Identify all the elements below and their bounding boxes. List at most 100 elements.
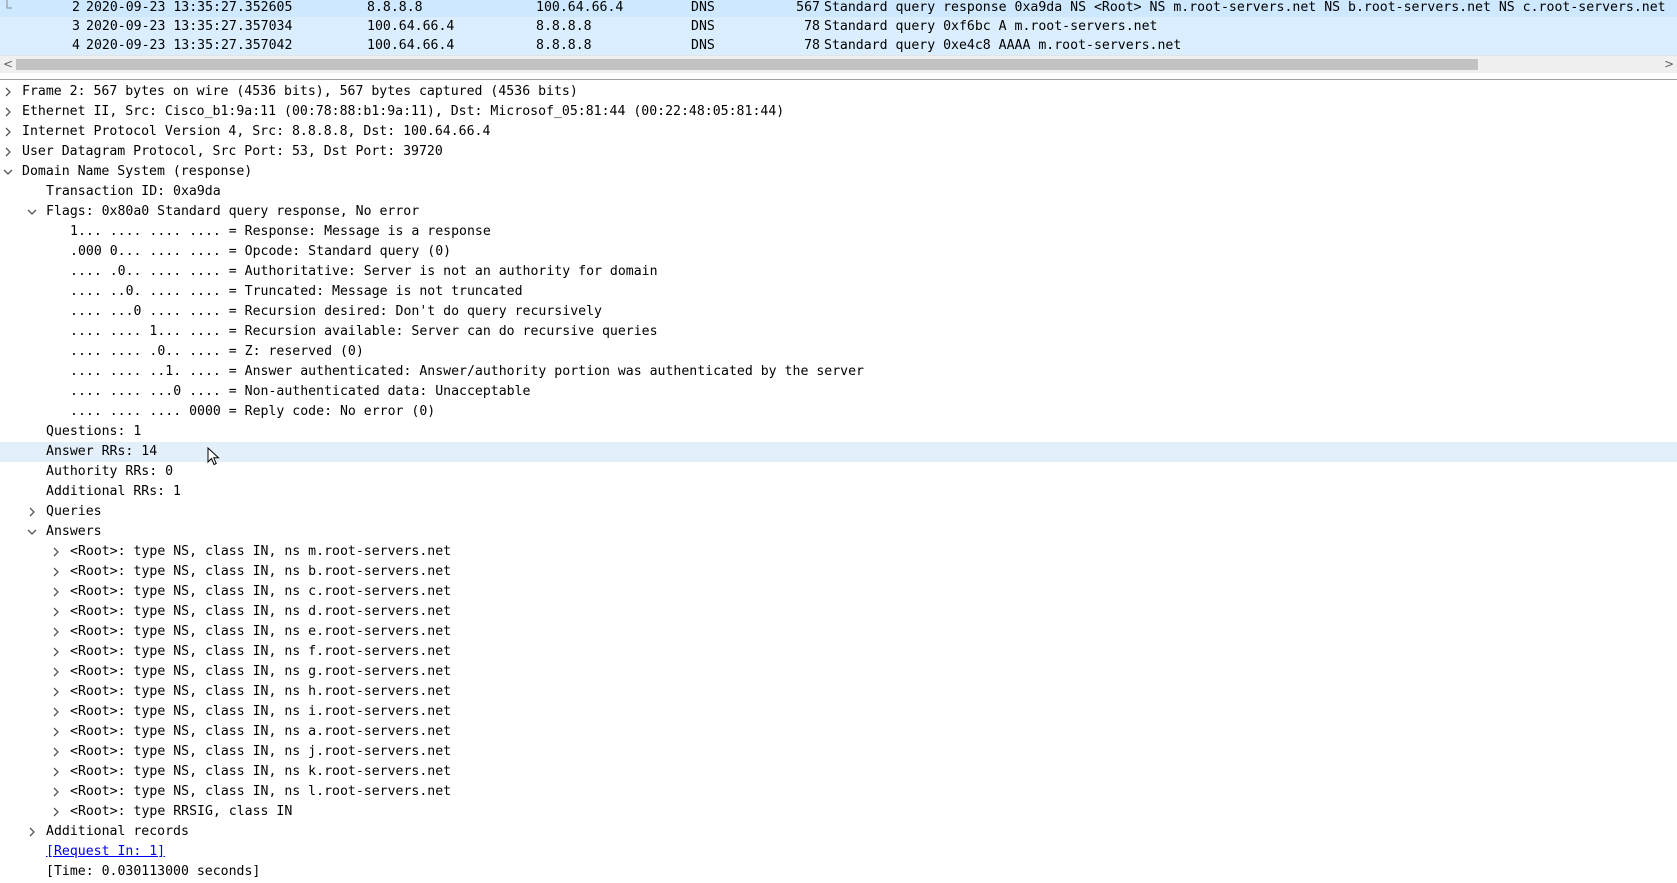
- packet-protocol: DNS: [691, 38, 715, 53]
- tree-row-label: .... ...0 .... .... = Recursion desired:…: [70, 304, 602, 319]
- chevron-right-icon[interactable]: [49, 582, 63, 602]
- packet-length: 78: [804, 19, 820, 34]
- packet-row[interactable]: 3 2020-09-23 13:35:27.357034 100.64.66.4 8.…: [0, 17, 1677, 37]
- tree-row[interactable]: Frame 2: 567 bytes on wire (4536 bits), …: [0, 82, 1677, 102]
- tree-row-label: Transaction ID: 0xa9da: [46, 184, 221, 199]
- chevron-right-icon[interactable]: [1, 122, 15, 142]
- tree-row-label: .... .... 1... .... = Recursion availabl…: [70, 324, 658, 339]
- chevron-right-icon[interactable]: [49, 722, 63, 742]
- tree-row-label: Answers: [46, 524, 102, 539]
- packet-number: 4: [72, 38, 80, 53]
- tree-row[interactable]: Internet Protocol Version 4, Src: 8.8.8.…: [0, 122, 1677, 142]
- tree-row-label: <Root>: type NS, class IN, ns e.root-ser…: [70, 624, 452, 639]
- tree-row[interactable]: [Request In: 1]: [0, 842, 1677, 862]
- tree-row-label: <Root>: type RRSIG, class IN: [70, 804, 293, 819]
- tree-row[interactable]: Flags: 0x80a0 Standard query response, N…: [0, 202, 1677, 222]
- tree-row[interactable]: .... ...0 .... .... = Recursion desired:…: [0, 302, 1677, 322]
- tree-row[interactable]: <Root>: type NS, class IN, ns f.root-ser…: [0, 642, 1677, 662]
- tree-row[interactable]: <Root>: type NS, class IN, ns g.root-ser…: [0, 662, 1677, 682]
- tree-row[interactable]: <Root>: type NS, class IN, ns d.root-ser…: [0, 602, 1677, 622]
- pane-splitter[interactable]: [0, 73, 1677, 80]
- packet-number: 3: [72, 19, 80, 34]
- chevron-down-icon[interactable]: [25, 202, 39, 222]
- chevron-right-icon[interactable]: [49, 662, 63, 682]
- scroll-right-arrow-icon[interactable]: >: [1661, 56, 1677, 73]
- tree-row-label: <Root>: type NS, class IN, ns j.root-ser…: [70, 744, 452, 759]
- tree-row[interactable]: User Datagram Protocol, Src Port: 53, Ds…: [0, 142, 1677, 162]
- tree-row-label: .... ..0. .... .... = Truncated: Message…: [70, 284, 523, 299]
- packet-list-horizontal-scrollbar[interactable]: < >: [0, 55, 1677, 73]
- chevron-right-icon[interactable]: [49, 742, 63, 762]
- tree-row-label: <Root>: type NS, class IN, ns b.root-ser…: [70, 564, 452, 579]
- tree-row[interactable]: .... .... ..1. .... = Answer authenticat…: [0, 362, 1677, 382]
- packet-info: Standard query response 0xa9da NS <Root>…: [824, 0, 1666, 15]
- tree-row[interactable]: .... .... 1... .... = Recursion availabl…: [0, 322, 1677, 342]
- tree-row[interactable]: <Root>: type NS, class IN, ns l.root-ser…: [0, 782, 1677, 802]
- chevron-down-icon[interactable]: [25, 522, 39, 542]
- tree-row[interactable]: <Root>: type NS, class IN, ns m.root-ser…: [0, 542, 1677, 562]
- scroll-left-arrow-icon[interactable]: <: [0, 56, 16, 73]
- tree-row[interactable]: <Root>: type NS, class IN, ns e.root-ser…: [0, 622, 1677, 642]
- chevron-right-icon[interactable]: [25, 822, 39, 842]
- tree-row[interactable]: Domain Name System (response): [0, 162, 1677, 182]
- chevron-right-icon[interactable]: [49, 762, 63, 782]
- tree-row[interactable]: Additional records: [0, 822, 1677, 842]
- tree-row[interactable]: <Root>: type NS, class IN, ns c.root-ser…: [0, 582, 1677, 602]
- packet-list[interactable]: 2 2020-09-23 13:35:27.352605 8.8.8.8 100.64…: [0, 0, 1677, 56]
- chevron-right-icon[interactable]: [25, 502, 39, 522]
- chevron-right-icon[interactable]: [49, 642, 63, 662]
- tree-row[interactable]: <Root>: type NS, class IN, ns h.root-ser…: [0, 682, 1677, 702]
- tree-row[interactable]: <Root>: type NS, class IN, ns a.root-ser…: [0, 722, 1677, 742]
- packet-row[interactable]: 4 2020-09-23 13:35:27.357042 100.64.66.4 8.…: [0, 36, 1677, 56]
- tree-row[interactable]: <Root>: type RRSIG, class IN: [0, 802, 1677, 822]
- tree-row-label: Authority RRs: 0: [46, 464, 174, 479]
- tree-row[interactable]: .... .0.. .... .... = Authoritative: Ser…: [0, 262, 1677, 282]
- tree-row-label: Internet Protocol Version 4, Src: 8.8.8.…: [22, 124, 491, 139]
- tree-row[interactable]: <Root>: type NS, class IN, ns k.root-ser…: [0, 762, 1677, 782]
- packet-row-selected[interactable]: 2 2020-09-23 13:35:27.352605 8.8.8.8 100.64…: [0, 0, 1677, 18]
- tree-row[interactable]: <Root>: type NS, class IN, ns b.root-ser…: [0, 562, 1677, 582]
- tree-row[interactable]: <Root>: type NS, class IN, ns i.root-ser…: [0, 702, 1677, 722]
- chevron-right-icon[interactable]: [49, 782, 63, 802]
- tree-row[interactable]: [Time: 0.030113000 seconds]: [0, 862, 1677, 882]
- tree-row[interactable]: Queries: [0, 502, 1677, 522]
- tree-row[interactable]: .... ..0. .... .... = Truncated: Message…: [0, 282, 1677, 302]
- chevron-right-icon[interactable]: [49, 602, 63, 622]
- tree-row-label: Ethernet II, Src: Cisco_b1:9a:11 (00:78:…: [22, 104, 785, 119]
- tree-row[interactable]: Answer RRs: 14: [0, 442, 1677, 462]
- tree-row[interactable]: Authority RRs: 0: [0, 462, 1677, 482]
- chevron-right-icon[interactable]: [49, 802, 63, 822]
- tree-row[interactable]: Ethernet II, Src: Cisco_b1:9a:11 (00:78:…: [0, 102, 1677, 122]
- chevron-right-icon[interactable]: [1, 82, 15, 102]
- chevron-right-icon[interactable]: [49, 682, 63, 702]
- tree-row-label: Frame 2: 567 bytes on wire (4536 bits), …: [22, 84, 578, 99]
- chevron-right-icon[interactable]: [49, 702, 63, 722]
- tree-row-label: <Root>: type NS, class IN, ns f.root-ser…: [70, 644, 452, 659]
- tree-row[interactable]: .... .... .... 0000 = Reply code: No err…: [0, 402, 1677, 422]
- chevron-down-icon[interactable]: [1, 162, 15, 182]
- tree-row[interactable]: 1... .... .... .... = Response: Message …: [0, 222, 1677, 242]
- request-in-link[interactable]: [Request In: 1]: [46, 842, 165, 862]
- chevron-right-icon[interactable]: [1, 142, 15, 162]
- packet-destination: 8.8.8.8: [536, 38, 592, 53]
- tree-row[interactable]: .000 0... .... .... = Opcode: Standard q…: [0, 242, 1677, 262]
- tree-row[interactable]: Additional RRs: 1: [0, 482, 1677, 502]
- chevron-right-icon[interactable]: [49, 542, 63, 562]
- packet-time: 2020-09-23 13:35:27.357042: [86, 38, 293, 53]
- packet-details-tree[interactable]: Frame 2: 567 bytes on wire (4536 bits), …: [0, 82, 1677, 883]
- tree-row[interactable]: .... .... .0.. .... = Z: reserved (0): [0, 342, 1677, 362]
- tree-row-label: .000 0... .... .... = Opcode: Standard q…: [70, 244, 452, 259]
- chevron-right-icon[interactable]: [1, 102, 15, 122]
- tree-row[interactable]: Questions: 1: [0, 422, 1677, 442]
- tree-row[interactable]: Answers: [0, 522, 1677, 542]
- scrollbar-thumb[interactable]: [16, 59, 1478, 70]
- tree-row-label: Flags: 0x80a0 Standard query response, N…: [46, 204, 420, 219]
- tree-row-label: <Root>: type NS, class IN, ns h.root-ser…: [70, 684, 452, 699]
- tree-row-label: Domain Name System (response): [22, 164, 253, 179]
- tree-row[interactable]: .... .... ...0 .... = Non-authenticated …: [0, 382, 1677, 402]
- tree-row[interactable]: <Root>: type NS, class IN, ns j.root-ser…: [0, 742, 1677, 762]
- chevron-right-icon[interactable]: [49, 622, 63, 642]
- tree-row[interactable]: Transaction ID: 0xa9da: [0, 182, 1677, 202]
- chevron-right-icon[interactable]: [49, 562, 63, 582]
- packet-protocol: DNS: [691, 0, 715, 15]
